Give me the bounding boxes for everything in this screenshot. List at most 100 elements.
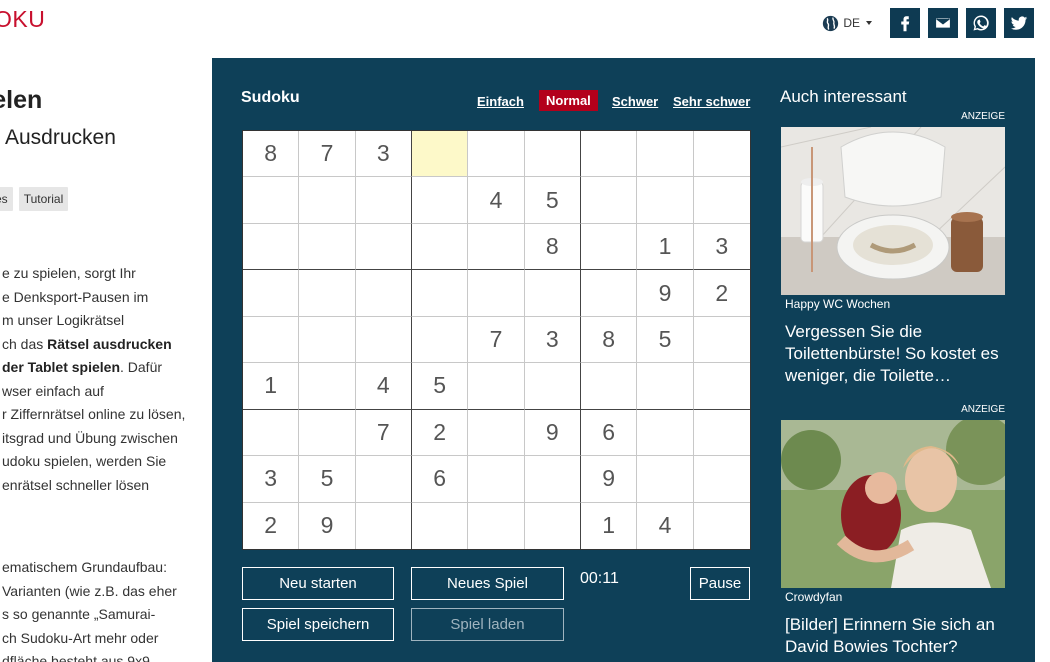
sudoku-cell[interactable]: 5 <box>299 456 356 503</box>
sudoku-cell[interactable] <box>693 456 750 503</box>
sudoku-cell[interactable] <box>524 456 581 503</box>
sudoku-cell[interactable] <box>580 270 638 317</box>
sudoku-cell[interactable] <box>637 409 694 457</box>
sudoku-cell[interactable] <box>243 409 300 457</box>
whatsapp-share-button[interactable] <box>966 8 996 38</box>
sudoku-cell[interactable] <box>637 456 694 503</box>
ad-source[interactable]: Happy WC Wochen <box>785 297 890 311</box>
sudoku-cell[interactable] <box>299 363 356 410</box>
sudoku-cell[interactable] <box>637 363 694 410</box>
sudoku-cell[interactable] <box>693 410 750 457</box>
sudoku-cell[interactable] <box>243 177 300 224</box>
sudoku-cell[interactable]: 8 <box>580 316 638 364</box>
sudoku-cell[interactable] <box>637 131 694 178</box>
sudoku-cell[interactable]: 1 <box>637 223 694 271</box>
sudoku-cell[interactable] <box>694 503 750 549</box>
sudoku-cell[interactable] <box>525 502 581 549</box>
sudoku-cell[interactable]: 2 <box>411 409 469 457</box>
restart-button[interactable]: Neu starten <box>242 567 394 600</box>
sudoku-cell[interactable] <box>468 131 525 178</box>
tag-item[interactable]: es <box>0 187 13 211</box>
sudoku-cell[interactable] <box>637 177 694 224</box>
sudoku-cell[interactable] <box>411 223 469 271</box>
sudoku-cell[interactable]: 3 <box>355 131 412 178</box>
twitter-share-button[interactable] <box>1004 8 1034 38</box>
mail-share-button[interactable] <box>928 8 958 38</box>
ad-image[interactable] <box>781 420 1005 588</box>
sudoku-cell[interactable] <box>299 177 356 224</box>
sudoku-cell[interactable] <box>580 177 638 224</box>
ad-title[interactable]: [Bilder] Erinnern Sie sich an David Bowi… <box>785 614 1003 658</box>
sudoku-cell[interactable] <box>468 502 525 549</box>
sudoku-cell[interactable] <box>693 363 750 410</box>
sudoku-cell[interactable] <box>412 502 469 549</box>
sudoku-cell[interactable]: 9 <box>299 502 356 549</box>
sudoku-cell[interactable] <box>243 316 300 364</box>
level-hard-link[interactable]: Schwer <box>612 94 658 109</box>
level-normal-link[interactable]: Normal <box>539 90 598 111</box>
sudoku-cell[interactable] <box>524 363 581 410</box>
sudoku-cell[interactable] <box>356 502 412 549</box>
sudoku-cell[interactable]: 7 <box>355 409 412 457</box>
pause-button[interactable]: Pause <box>690 567 750 600</box>
sudoku-cell[interactable]: 3 <box>243 456 300 503</box>
ad-source[interactable]: Crowdyfan <box>785 590 842 604</box>
sudoku-cell[interactable] <box>580 131 638 178</box>
sudoku-cell[interactable]: 7 <box>468 316 525 364</box>
sudoku-cell[interactable]: 2 <box>243 502 300 549</box>
sudoku-cell[interactable] <box>580 363 638 410</box>
level-easy-link[interactable]: Einfach <box>477 94 524 109</box>
sudoku-cell[interactable] <box>355 223 412 271</box>
sudoku-cell[interactable] <box>299 223 356 271</box>
sudoku-cell[interactable]: 5 <box>524 177 581 224</box>
sudoku-cell[interactable] <box>468 363 525 410</box>
sudoku-cell[interactable]: 5 <box>637 316 694 364</box>
sudoku-cell[interactable]: 4 <box>637 502 694 549</box>
sudoku-cell[interactable] <box>524 270 581 317</box>
sudoku-cell[interactable]: 9 <box>580 456 638 503</box>
sudoku-cell[interactable] <box>411 177 469 224</box>
sudoku-cell[interactable] <box>468 409 525 457</box>
sudoku-cell[interactable] <box>299 270 356 317</box>
sudoku-cell[interactable] <box>299 409 356 457</box>
sudoku-cell[interactable]: 9 <box>637 270 694 317</box>
sudoku-cell[interactable] <box>468 456 525 503</box>
language-selector[interactable]: DE <box>822 15 872 32</box>
sudoku-cell[interactable] <box>580 223 638 271</box>
sudoku-cell-selected[interactable] <box>411 131 469 178</box>
sudoku-cell[interactable] <box>355 270 412 317</box>
sudoku-cell[interactable]: 6 <box>580 409 638 457</box>
sudoku-cell[interactable] <box>355 316 412 364</box>
load-game-button[interactable]: Spiel laden <box>411 608 564 641</box>
sudoku-cell[interactable] <box>693 177 750 224</box>
sudoku-cell[interactable] <box>243 270 300 317</box>
sudoku-cell[interactable] <box>468 270 525 317</box>
sudoku-cell[interactable]: 6 <box>411 456 469 503</box>
new-game-button[interactable]: Neues Spiel <box>411 567 564 600</box>
sudoku-cell[interactable]: 4 <box>355 363 412 410</box>
ad-image[interactable] <box>781 127 1005 295</box>
sudoku-cell[interactable]: 4 <box>468 177 525 224</box>
sudoku-cell[interactable] <box>299 316 356 364</box>
sudoku-cell[interactable] <box>355 456 412 503</box>
sudoku-cell[interactable] <box>693 317 750 364</box>
sudoku-cell[interactable] <box>411 270 469 317</box>
sudoku-cell[interactable]: 8 <box>243 131 300 178</box>
sudoku-cell[interactable] <box>355 177 412 224</box>
sudoku-cell[interactable] <box>693 131 750 178</box>
facebook-share-button[interactable] <box>890 8 920 38</box>
tag-item[interactable]: Tutorial <box>18 187 69 211</box>
save-game-button[interactable]: Spiel speichern <box>242 608 394 641</box>
sudoku-cell[interactable]: 3 <box>524 316 581 364</box>
sudoku-cell[interactable]: 3 <box>693 224 750 271</box>
sudoku-cell[interactable]: 1 <box>243 363 300 410</box>
sudoku-cell[interactable]: 2 <box>693 270 750 317</box>
sudoku-cell[interactable] <box>411 316 469 364</box>
sudoku-cell[interactable]: 5 <box>411 363 469 410</box>
sudoku-cell[interactable]: 1 <box>581 502 638 549</box>
sudoku-cell[interactable]: 9 <box>524 409 581 457</box>
sudoku-cell[interactable] <box>243 223 300 271</box>
sudoku-cell[interactable] <box>524 131 581 178</box>
sudoku-cell[interactable] <box>468 223 525 271</box>
ad-title[interactable]: Vergessen Sie die Toilettenbürste! So ko… <box>785 321 1003 387</box>
